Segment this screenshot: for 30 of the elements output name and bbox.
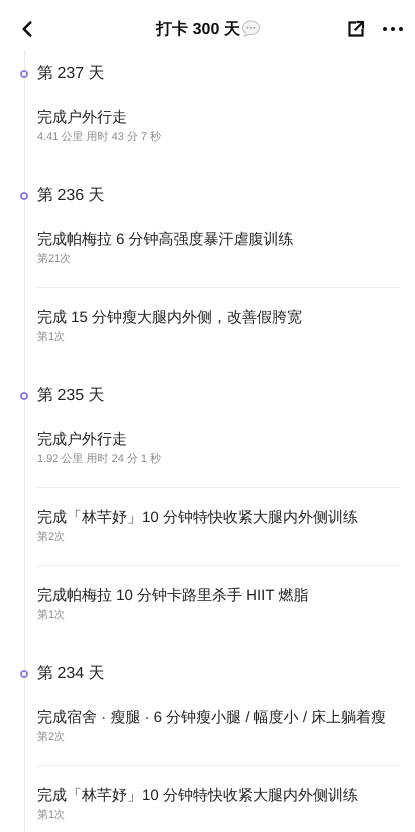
timeline-dot: [20, 670, 28, 678]
entry-title: 完成「林芊妤」10 分钟特快收紧大腿内外侧训练: [37, 508, 359, 528]
entry-detail: 第2次: [37, 730, 66, 745]
timeline-dot: [20, 392, 28, 400]
entry-detail: 第1次: [37, 808, 66, 823]
entry-title: 完成 15 分钟瘦大腿内外侧，改善假胯宽: [37, 308, 304, 328]
day-title: 第 234 天: [37, 664, 106, 684]
entry-title: 完成宿舍 · 瘦腿 · 6 分钟瘦小腿 / 幅度小 / 床上躺着瘦: [37, 708, 388, 728]
entry-detail: 第2次: [37, 530, 66, 545]
entry-detail: 4.41 公里 用时 43 分 7 秒: [37, 130, 162, 145]
share-button[interactable]: [347, 20, 365, 38]
speech-bubble-icon: [240, 20, 261, 38]
share-icon: [347, 20, 365, 38]
timeline-dot: [20, 192, 28, 200]
day-title: 第 235 天: [37, 386, 106, 406]
page-title: 打卡 300 天: [156, 20, 240, 40]
timeline-dot: [20, 70, 28, 78]
entry-detail: 第1次: [37, 330, 66, 345]
more-icon: [383, 27, 403, 31]
entry-title: 完成「林芊妤」10 分钟特快收紧大腿内外侧训练: [37, 786, 359, 806]
entry-title: 完成帕梅拉 10 分钟卡路里杀手 HIIT 燃脂: [37, 586, 310, 606]
entry-title: 完成户外行走: [37, 108, 128, 128]
entry-detail: 第1次: [37, 608, 66, 623]
day-title: 第 236 天: [37, 186, 106, 206]
day-title: 第 237 天: [37, 64, 106, 84]
entry-title: 完成户外行走: [37, 430, 128, 450]
entry-detail: 1.92 公里 用时 24 分 1 秒: [37, 452, 162, 467]
entry-title: 完成帕梅拉 6 分钟高强度暴汗虐腹训练: [37, 230, 295, 250]
entry-detail: 第21次: [37, 252, 72, 267]
more-button[interactable]: [383, 27, 403, 31]
